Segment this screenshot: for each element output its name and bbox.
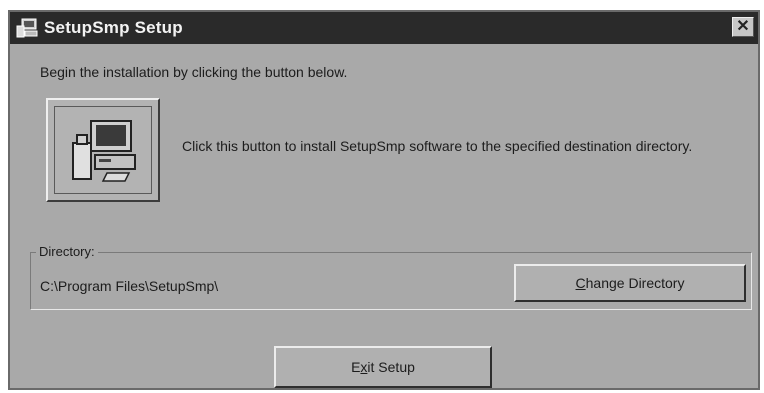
directory-label: Directory:	[36, 244, 98, 259]
install-button-face	[54, 106, 152, 194]
intro-text: Begin the installation by clicking the b…	[40, 64, 348, 80]
install-button[interactable]	[46, 98, 160, 202]
close-button[interactable]: ✕	[732, 17, 754, 37]
install-description: Click this button to install SetupSmp so…	[182, 138, 693, 154]
window-title: SetupSmp Setup	[44, 18, 183, 37]
setup-app-icon	[16, 18, 38, 38]
close-icon: ✕	[736, 18, 750, 35]
change-directory-button[interactable]: Change Directory	[514, 264, 746, 302]
title-bar[interactable]: SetupSmp Setup ✕	[10, 12, 758, 44]
exit-setup-button[interactable]: Exit Setup	[274, 346, 492, 388]
change-directory-label: Change Directory	[575, 275, 685, 291]
computer-install-icon	[72, 120, 136, 182]
exit-setup-label: Exit Setup	[351, 359, 415, 375]
directory-path: C:\Program Files\SetupSmp\	[40, 278, 219, 294]
setup-dialog: SetupSmp Setup ✕ Begin the installation …	[8, 10, 760, 390]
